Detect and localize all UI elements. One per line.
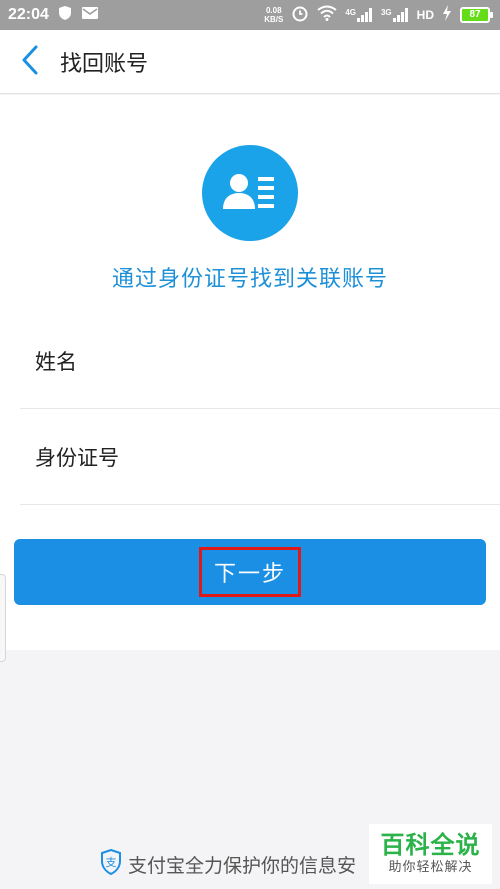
net-speed-value: 0.08 xyxy=(265,6,282,15)
net-speed-unit: KB/S xyxy=(264,15,284,24)
next-step-label: 下一步 xyxy=(198,547,301,597)
nav-bar: 找回账号 xyxy=(0,30,500,94)
id-number-row: 身份证号 xyxy=(20,409,500,505)
id-card-user-icon xyxy=(202,145,298,241)
chevron-left-icon xyxy=(20,44,40,80)
charging-icon xyxy=(442,5,452,25)
net-speed: 0.08 KB/S xyxy=(264,6,283,24)
svg-text:支: 支 xyxy=(106,856,117,869)
mail-notification-icon xyxy=(81,6,99,24)
status-bar: 22:04 0.08 KB/S 4G 3G HD 87 xyxy=(0,0,500,30)
shield-notification-icon xyxy=(57,5,73,25)
back-button[interactable] xyxy=(0,30,60,94)
signal-4g-label: 4G xyxy=(345,8,356,17)
side-edge-handle[interactable] xyxy=(0,574,6,662)
hero-subtitle: 通过身份证号找到关联账号 xyxy=(111,267,388,292)
hd-icon: HD xyxy=(416,8,434,22)
name-label: 姓名 xyxy=(35,349,77,374)
name-row: 姓名 xyxy=(20,313,500,409)
watermark: 百科全说 助你轻松解决 xyxy=(369,824,492,884)
watermark-sub: 助你轻松解决 xyxy=(388,860,473,875)
recover-account-form: 通过身份证号找到关联账号 姓名 身份证号 下一步 xyxy=(0,95,500,650)
footer-text: 支付宝全力保护你的信息安 xyxy=(128,854,357,877)
signal-4g-icon: 4G xyxy=(345,8,373,22)
id-number-input[interactable] xyxy=(155,436,500,477)
status-time: 22:04 xyxy=(8,6,49,23)
name-input[interactable] xyxy=(155,340,500,381)
security-footer: 支 支付宝全力保护你的信息安 xyxy=(100,848,356,880)
page-title: 找回账号 xyxy=(60,51,149,77)
id-number-label: 身份证号 xyxy=(35,445,119,470)
alipay-shield-icon: 支 xyxy=(100,848,122,880)
next-step-button[interactable]: 下一步 xyxy=(14,539,486,605)
signal-3g-icon: 3G xyxy=(381,8,409,22)
watermark-main: 百科全说 xyxy=(380,831,481,859)
alarm-icon xyxy=(291,4,309,26)
battery-icon: 87 xyxy=(460,7,493,23)
wifi-icon xyxy=(317,5,337,25)
signal-3g-label: 3G xyxy=(380,8,392,17)
